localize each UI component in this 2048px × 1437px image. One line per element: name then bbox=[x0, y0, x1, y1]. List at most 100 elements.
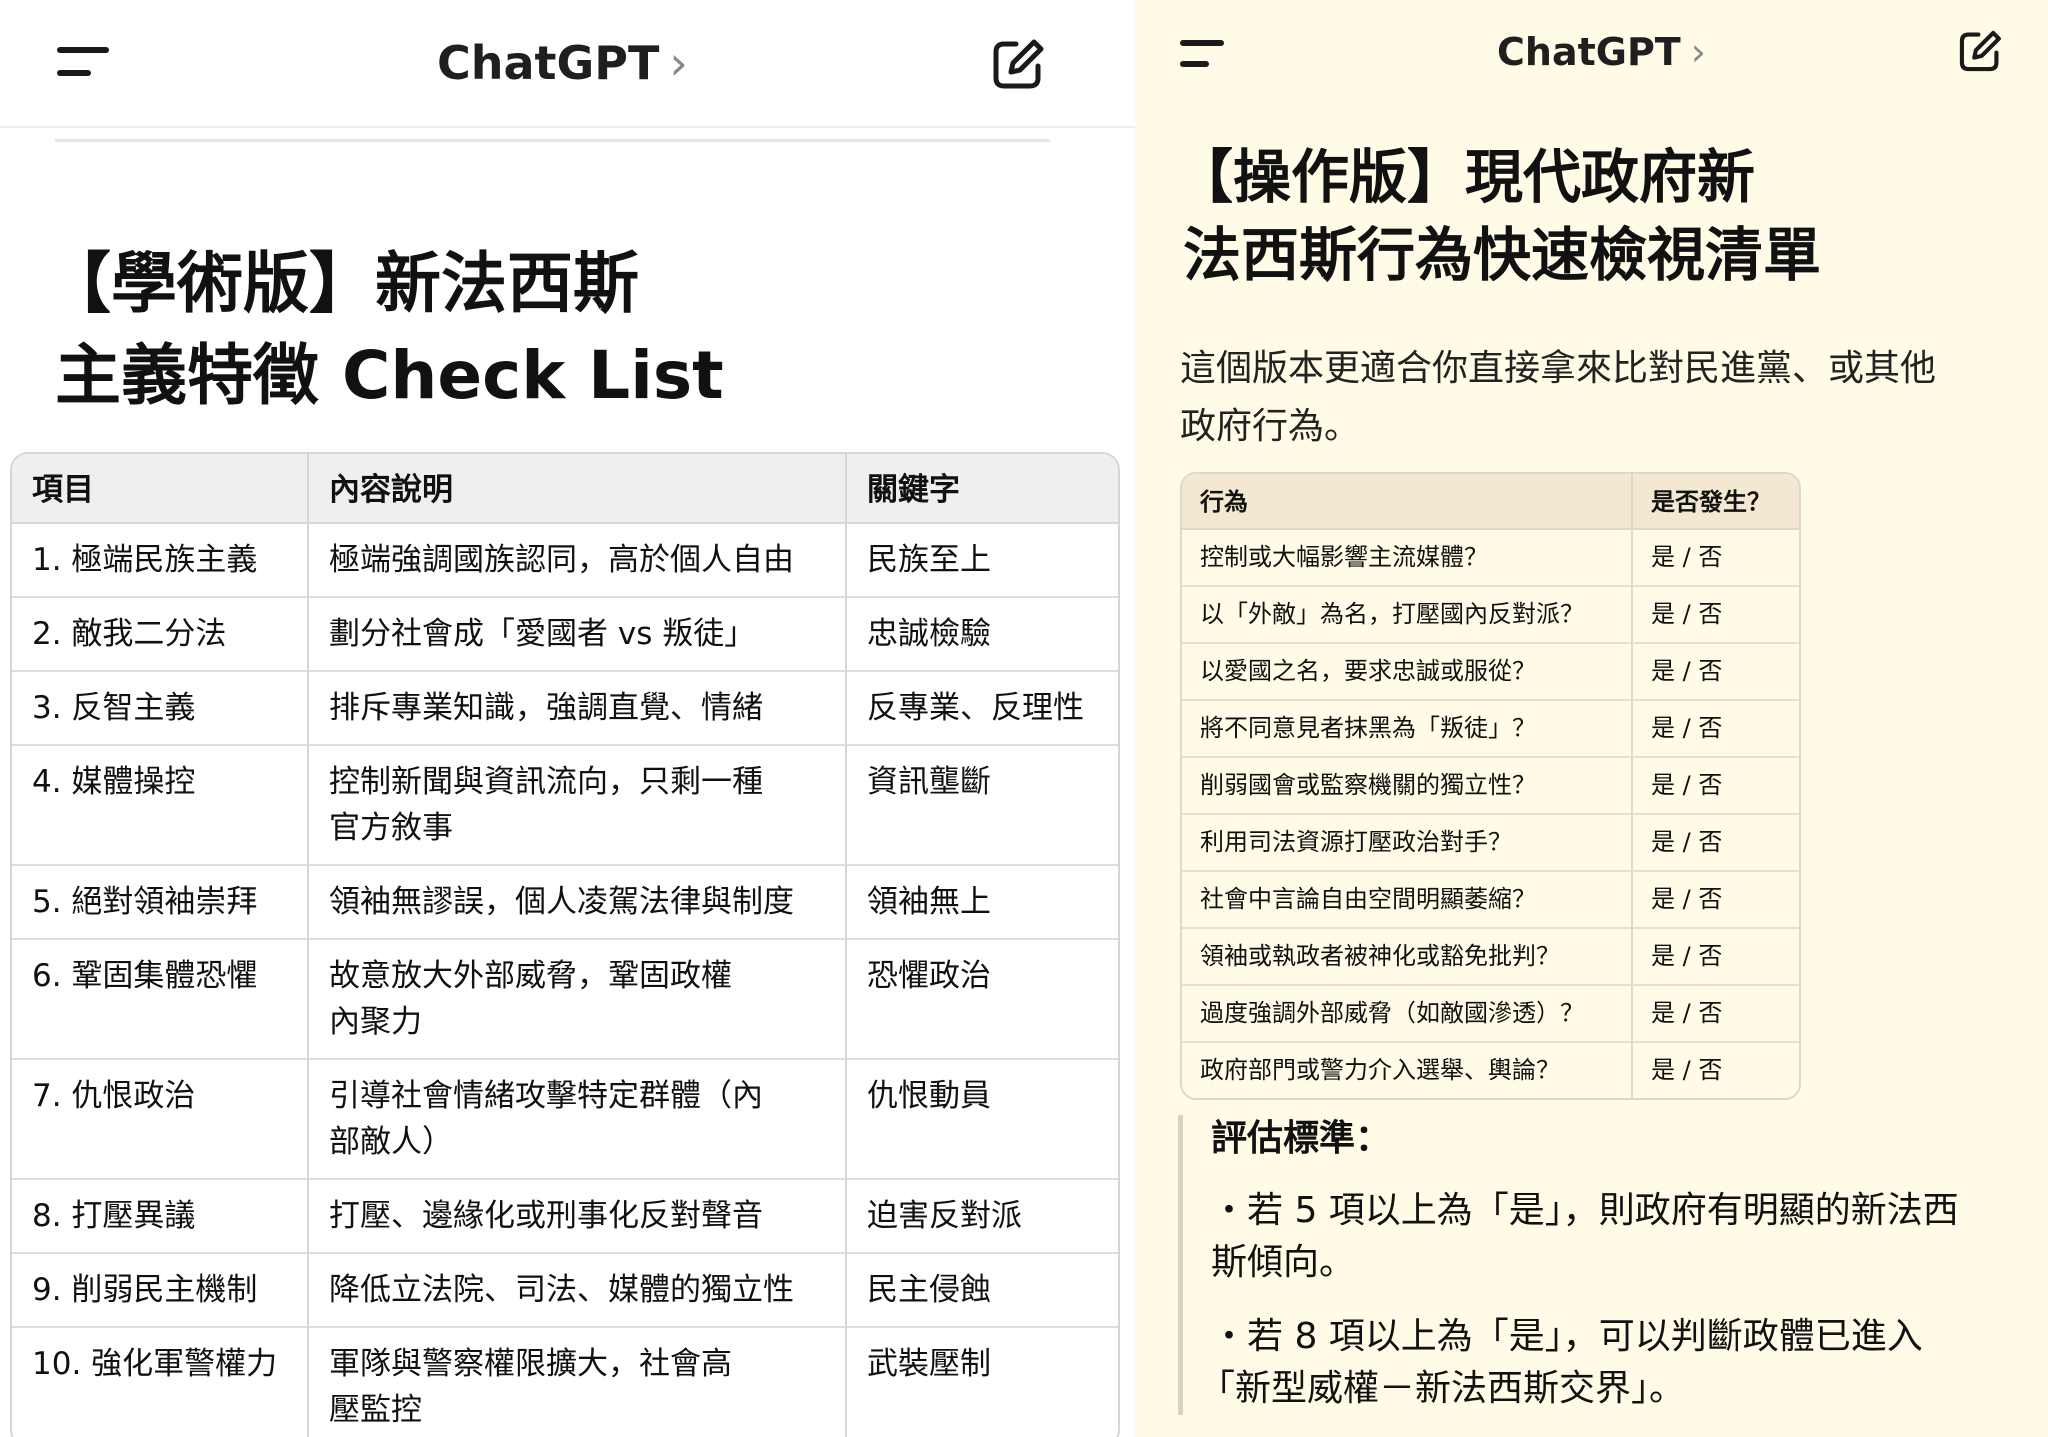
evaluation-bullet-2: ・若 8 項以上為「是」，可以判斷政體已進入 「新型威權－新法西斯交界」。 bbox=[1199, 1311, 2048, 1415]
description-line: 排斥專業知識，強調直覺、情緒 bbox=[329, 690, 763, 726]
answer-cell: 是 / 否 bbox=[1631, 642, 1799, 699]
description-line: 壓監控 bbox=[329, 1392, 422, 1428]
page-heading: 【操作版】現代政府新 法西斯行為快速檢視清單 bbox=[1175, 138, 1821, 294]
behavior-cell: 以愛國之名，要求忠誠或服從？ bbox=[1182, 642, 1631, 699]
heading-line-2: 法西斯行為快速檢視清單 bbox=[1183, 221, 1822, 289]
table-row: 削弱國會或監察機關的獨立性？是 / 否 bbox=[1182, 756, 1799, 813]
app-title[interactable]: ChatGPT › bbox=[437, 36, 688, 90]
description-line: 領袖無謬誤，個人凌駕法律與制度 bbox=[329, 884, 794, 920]
top-bar: ChatGPT › bbox=[0, 0, 1135, 128]
evaluation-title: 評估標準： bbox=[1211, 1118, 1392, 1159]
item-cell: 7. 仇恨政治 bbox=[12, 1058, 307, 1178]
description-line: 引導社會情緒攻擊特定群體（內 bbox=[329, 1078, 763, 1114]
keyword-cell: 迫害反對派 bbox=[845, 1178, 1118, 1252]
evaluation-bullet-1: ・若 5 項以上為「是」，則政府有明顯的新法西 斯傾向。 bbox=[1211, 1185, 2048, 1289]
table-row: 1. 極端民族主義 極端強調國族認同，高於個人自由 民族至上 bbox=[12, 524, 1118, 596]
table-row: 利用司法資源打壓政治對手？是 / 否 bbox=[1182, 813, 1799, 870]
keyword-cell: 反專業、反理性 bbox=[845, 670, 1118, 744]
item-cell: 4. 媒體操控 bbox=[12, 744, 307, 864]
table-row: 7. 仇恨政治 引導社會情緒攻擊特定群體（內 部敵人） 仇恨動員 bbox=[12, 1058, 1118, 1178]
item-cell: 5. 絕對領袖崇拜 bbox=[12, 864, 307, 938]
behavior-cell: 過度強調外部威脅（如敵國滲透）？ bbox=[1182, 984, 1631, 1041]
table-row: 6. 鞏固集體恐懼 故意放大外部威脅，鞏固政權 內聚力 恐懼政治 bbox=[12, 938, 1118, 1058]
description-line: 內聚力 bbox=[329, 1004, 422, 1040]
answer-cell: 是 / 否 bbox=[1631, 530, 1799, 585]
column-header: 行為 bbox=[1182, 474, 1631, 530]
app-title-text: ChatGPT bbox=[1497, 30, 1681, 74]
answer-cell: 是 / 否 bbox=[1631, 756, 1799, 813]
table-row: 領袖或執政者被神化或豁免批判？是 / 否 bbox=[1182, 927, 1799, 984]
behavior-cell: 將不同意見者抹黑為「叛徒」？ bbox=[1182, 699, 1631, 756]
description-line: 極端強調國族認同，高於個人自由 bbox=[329, 542, 794, 578]
item-cell: 8. 打壓異議 bbox=[12, 1178, 307, 1252]
table-row: 8. 打壓異議 打壓、邊緣化或刑事化反對聲音 迫害反對派 bbox=[12, 1178, 1118, 1252]
column-header: 關鍵字 bbox=[845, 454, 1118, 524]
description-line: 劃分社會成「愛國者 vs 叛徒」 bbox=[329, 616, 756, 652]
table-row: 2. 敵我二分法 劃分社會成「愛國者 vs 叛徒」 忠誠檢驗 bbox=[12, 596, 1118, 670]
behavior-table: 行為 是否發生？ 控制或大幅影響主流媒體？是 / 否以「外敵」為名，打壓國內反對派？… bbox=[1180, 472, 1801, 1100]
table-row: 政府部門或警力介入選舉、輿論？是 / 否 bbox=[1182, 1041, 1799, 1098]
column-header: 是否發生？ bbox=[1631, 474, 1799, 530]
divider bbox=[55, 139, 1050, 142]
item-cell: 9. 削弱民主機制 bbox=[12, 1252, 307, 1326]
behavior-cell: 領袖或執政者被神化或豁免批判？ bbox=[1182, 927, 1631, 984]
description-line: 降低立法院、司法、媒體的獨立性 bbox=[329, 1272, 794, 1308]
table-header-row: 項目 內容說明 關鍵字 bbox=[12, 454, 1118, 524]
compose-icon[interactable] bbox=[1957, 28, 2003, 74]
chevron-right-icon: › bbox=[1690, 30, 1706, 74]
description-line: 官方敘事 bbox=[329, 810, 453, 846]
table-header-row: 行為 是否發生？ bbox=[1182, 474, 1799, 530]
description-line: 控制新聞與資訊流向，只剩一種 bbox=[329, 764, 763, 800]
table-row: 過度強調外部威脅（如敵國滲透）？是 / 否 bbox=[1182, 984, 1799, 1041]
bullet-line: 「新型威權－新法西斯交界」。 bbox=[1199, 1368, 1686, 1409]
description-cell: 劃分社會成「愛國者 vs 叛徒」 bbox=[307, 596, 845, 670]
description-cell: 排斥專業知識，強調直覺、情緒 bbox=[307, 670, 845, 744]
behavior-cell: 以「外敵」為名，打壓國內反對派？ bbox=[1182, 585, 1631, 642]
description-cell: 極端強調國族認同，高於個人自由 bbox=[307, 524, 845, 596]
item-cell: 2. 敵我二分法 bbox=[12, 596, 307, 670]
menu-icon[interactable] bbox=[1180, 40, 1224, 70]
app-title-text: ChatGPT bbox=[437, 36, 660, 90]
compose-icon[interactable] bbox=[990, 36, 1046, 92]
item-cell: 1. 極端民族主義 bbox=[32, 542, 258, 578]
behavior-cell: 削弱國會或監察機關的獨立性？ bbox=[1182, 756, 1631, 813]
table-row: 以愛國之名，要求忠誠或服從？是 / 否 bbox=[1182, 642, 1799, 699]
description-cell: 領袖無謬誤，個人凌駕法律與制度 bbox=[307, 864, 845, 938]
table-row: 將不同意見者抹黑為「叛徒」？是 / 否 bbox=[1182, 699, 1799, 756]
menu-icon[interactable] bbox=[57, 45, 109, 81]
description-cell: 引導社會情緒攻擊特定群體（內 部敵人） bbox=[307, 1058, 845, 1178]
bullet-line: ・若 8 項以上為「是」，可以判斷政體已進入 bbox=[1211, 1316, 1923, 1357]
description-line: 部敵人） bbox=[329, 1124, 453, 1160]
column-header: 內容說明 bbox=[307, 454, 845, 524]
answer-cell: 是 / 否 bbox=[1631, 984, 1799, 1041]
heading-line-2: 主義特徵 Check List bbox=[55, 337, 724, 414]
description-line: 軍隊與警察權限擴大，社會高 bbox=[329, 1346, 732, 1382]
heading-line-1: 【操作版】現代政府新 bbox=[1175, 143, 1756, 211]
heading-line-1: 【學術版】新法西斯 bbox=[45, 245, 639, 322]
description-cell: 軍隊與警察權限擴大，社會高 壓監控 bbox=[307, 1326, 845, 1437]
behavior-cell: 政府部門或警力介入選舉、輿論？ bbox=[1182, 1041, 1631, 1098]
keyword-cell: 忠誠檢驗 bbox=[845, 596, 1118, 670]
table-row: 5. 絕對領袖崇拜 領袖無謬誤，個人凌駕法律與制度 領袖無上 bbox=[12, 864, 1118, 938]
table-row: 控制或大幅影響主流媒體？ 是 / 否 bbox=[1182, 530, 1799, 585]
description-cell: 控制新聞與資訊流向，只剩一種 官方敘事 bbox=[307, 744, 845, 864]
column-header: 項目 bbox=[12, 454, 307, 524]
description-line: 打壓、邊緣化或刑事化反對聲音 bbox=[329, 1198, 763, 1234]
behavior-cell: 控制或大幅影響主流媒體？ bbox=[1200, 543, 1488, 571]
right-screenshot: ChatGPT › 【操作版】現代政府新 法西斯行為快速檢視清單 這個版本更適合你… bbox=[1135, 0, 2048, 1437]
intro-line-1: 這個版本更適合你直接拿來比對民進黨、或其他 bbox=[1180, 348, 1937, 389]
item-cell: 6. 鞏固集體恐懼 bbox=[12, 938, 307, 1058]
description-cell: 降低立法院、司法、媒體的獨立性 bbox=[307, 1252, 845, 1326]
item-cell: 3. 反智主義 bbox=[12, 670, 307, 744]
table-row: 以「外敵」為名，打壓國內反對派？是 / 否 bbox=[1182, 585, 1799, 642]
checklist-table: 項目 內容說明 關鍵字 1. 極端民族主義 極端強調國族認同，高於個人自由 民族至上 2. … bbox=[10, 452, 1120, 1437]
left-screenshot: ChatGPT › 【學術版】新法西斯 主義特徵 Check List 項目 內容說… bbox=[0, 0, 1135, 1437]
answer-cell: 是 / 否 bbox=[1631, 813, 1799, 870]
answer-cell: 是 / 否 bbox=[1631, 870, 1799, 927]
app-title[interactable]: ChatGPT › bbox=[1497, 30, 1706, 74]
description-line: 故意放大外部威脅，鞏固政權 bbox=[329, 958, 732, 994]
answer-cell: 是 / 否 bbox=[1631, 699, 1799, 756]
keyword-cell: 恐懼政治 bbox=[845, 938, 1118, 1058]
intro-line-2: 政府行為。 bbox=[1180, 406, 1361, 447]
keyword-cell: 民主侵蝕 bbox=[845, 1252, 1118, 1326]
